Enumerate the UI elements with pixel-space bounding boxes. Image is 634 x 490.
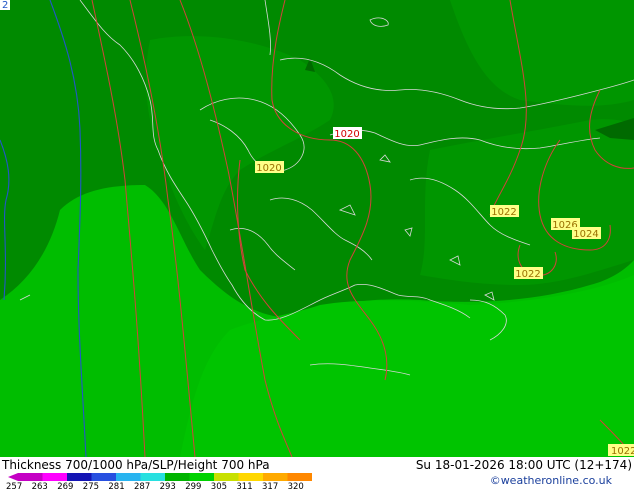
map-footer: Thickness 700/1000 hPa/SLP/Height 700 hP… — [0, 457, 634, 490]
legend-swatch — [42, 473, 67, 481]
svg-text:1024: 1024 — [573, 229, 598, 240]
map-datetime: Su 18-01-2026 18:00 UTC (12+174) — [415, 458, 632, 472]
legend-tick-label: 269 — [57, 482, 73, 490]
legend-swatch — [18, 473, 43, 481]
isobar-label-1022-south: 1022 — [514, 267, 543, 280]
weather-map-view: 1020 1020 1022 1026 1024 1022 1022 2 Thi… — [0, 0, 634, 490]
credit-link[interactable]: ©weatheronline.co.uk — [490, 474, 612, 487]
legend-swatch — [67, 473, 92, 481]
legend-tick-label: 275 — [83, 482, 99, 490]
legend-tick-label: 320 — [288, 482, 304, 490]
legend-swatch — [287, 473, 312, 481]
legend-tick-label: 281 — [108, 482, 124, 490]
legend-tick-label: 287 — [134, 482, 150, 490]
isobar-label-1022-corner: 1022 — [608, 444, 634, 457]
legend-tick-label: 257 — [6, 482, 22, 490]
svg-text:1022: 1022 — [491, 207, 516, 218]
isobar-label-1024-east: 1024 — [572, 227, 601, 240]
legend-swatch — [116, 473, 141, 481]
legend-tick-label: 311 — [236, 482, 252, 490]
color-legend: 257 263 269 275 281 287 293 299 305 311 317 320 — [6, 473, 312, 490]
svg-text:1022: 1022 — [611, 446, 634, 457]
map-title: Thickness 700/1000 hPa/SLP/Height 700 hP… — [2, 458, 270, 472]
legend-swatch — [91, 473, 116, 481]
legend-swatch — [165, 473, 190, 481]
isobar-label-1022-east: 1022 — [490, 205, 519, 218]
weather-map: 1020 1020 1022 1026 1024 1022 1022 2 — [0, 0, 634, 457]
svg-text:1020: 1020 — [334, 129, 359, 140]
legend-tick-label: 293 — [160, 482, 176, 490]
contour-label-corner: 2 — [0, 0, 10, 11]
legend-tick-label: 305 — [211, 482, 227, 490]
svg-text:1020: 1020 — [256, 163, 281, 174]
legend-tick-label: 299 — [185, 482, 201, 490]
isobar-label-1020-west: 1020 — [255, 161, 284, 174]
legend-swatch — [214, 473, 239, 481]
legend-swatch — [263, 473, 288, 481]
isobar-label-1020-north: 1020 — [333, 127, 362, 140]
legend-arrow-left — [8, 473, 18, 481]
legend-swatch — [238, 473, 263, 481]
legend-tick-label: 317 — [262, 482, 278, 490]
legend-tick-label: 263 — [32, 482, 48, 490]
legend-swatch — [140, 473, 165, 481]
svg-text:1022: 1022 — [515, 269, 540, 280]
legend-swatch — [189, 473, 214, 481]
svg-text:2: 2 — [2, 0, 8, 11]
